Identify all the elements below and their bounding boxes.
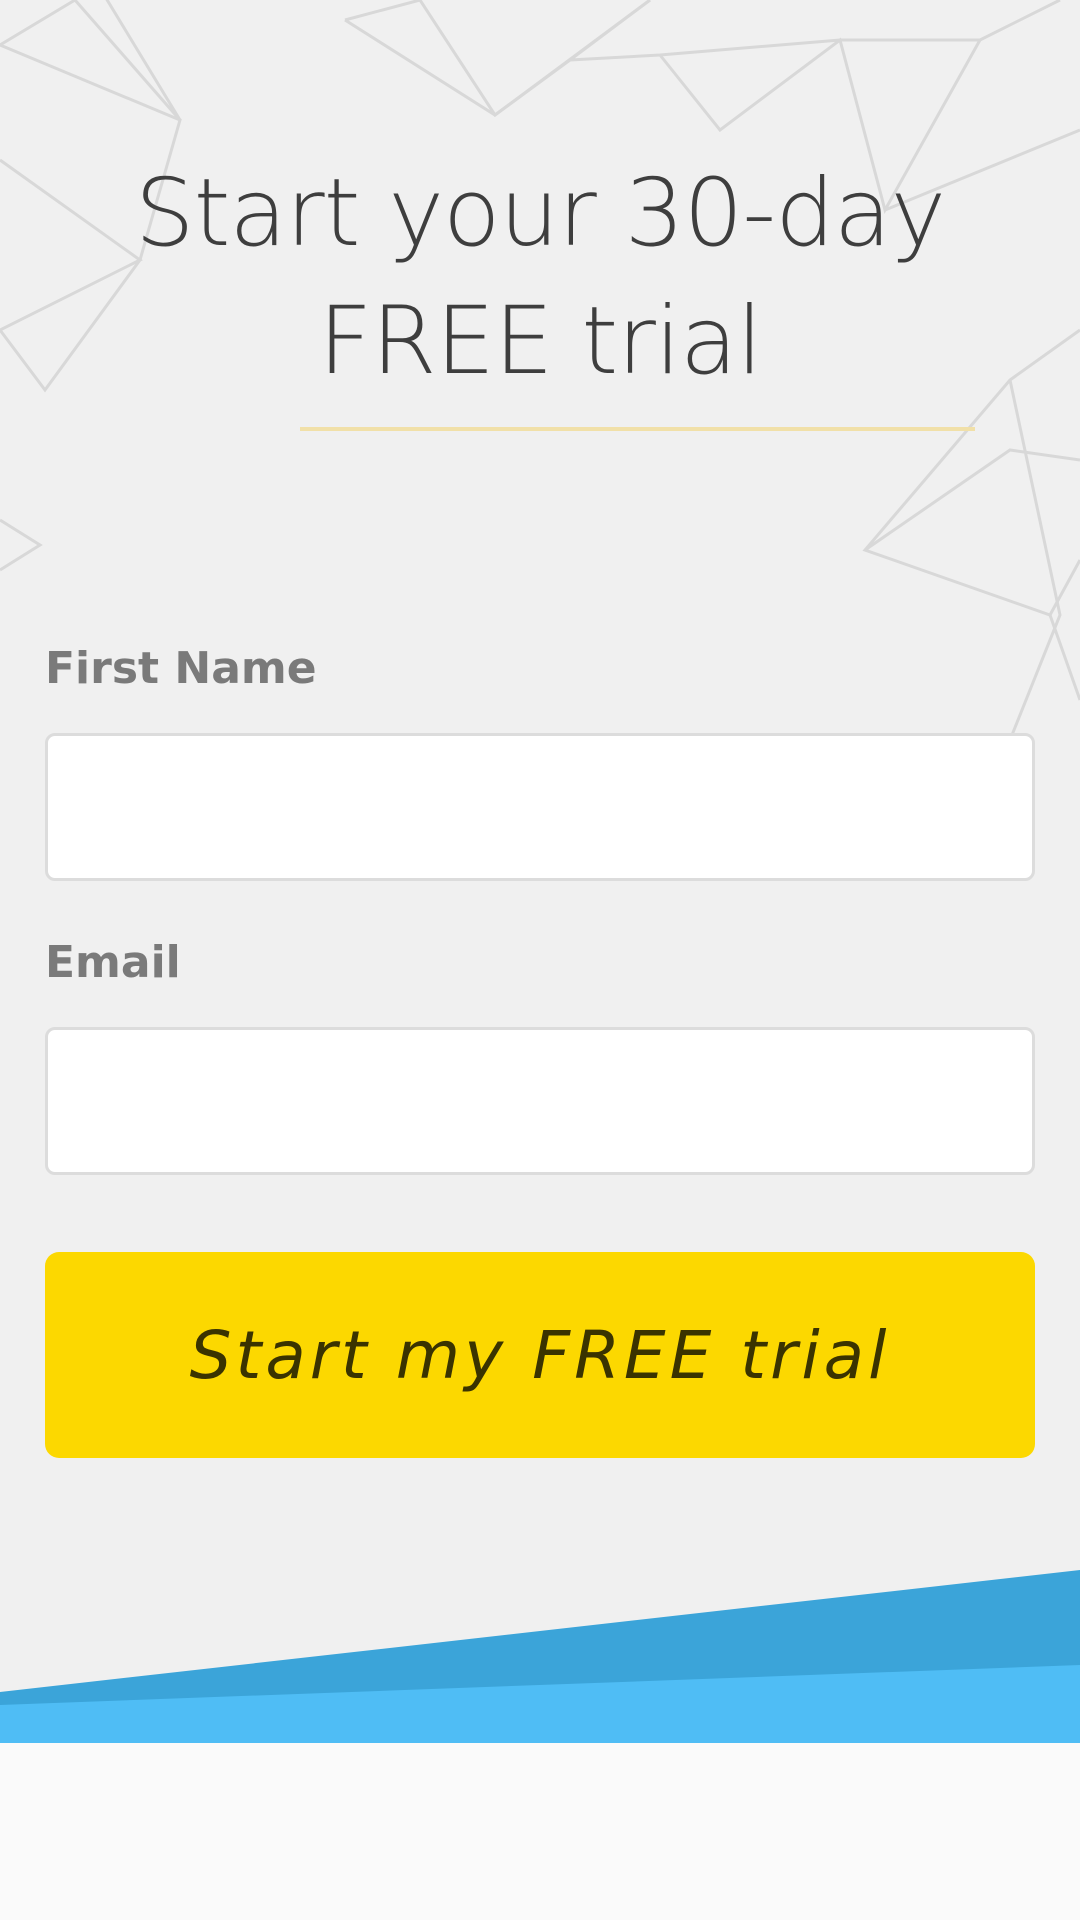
email-input[interactable]	[45, 1027, 1035, 1175]
start-free-trial-button[interactable]: Start my FREE trial	[45, 1252, 1035, 1458]
title-underline-divider	[300, 427, 975, 431]
footer-area	[0, 1743, 1080, 1920]
email-label: Email	[45, 937, 181, 988]
signup-page: Start your 30-day FREE trial First Name …	[0, 0, 1080, 1920]
first-name-label: First Name	[45, 643, 317, 694]
page-title: Start your 30-day FREE trial	[134, 159, 946, 396]
first-name-input[interactable]	[45, 733, 1035, 881]
decorative-wave-band	[0, 1570, 1080, 1745]
